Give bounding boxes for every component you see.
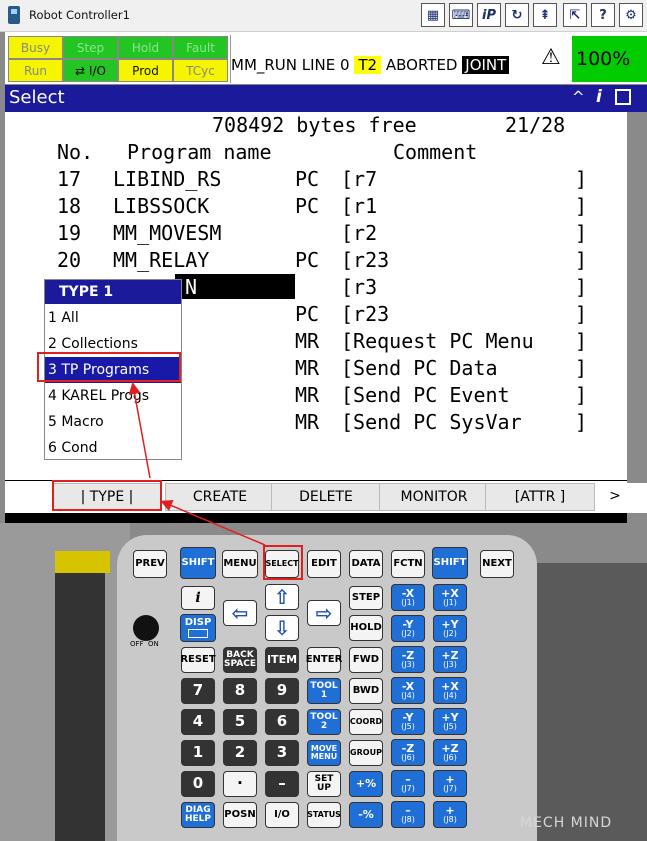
arrow-select-to-type	[160, 499, 266, 546]
arrow-type-to-tp	[128, 382, 151, 479]
annotation-arrows	[128, 382, 266, 546]
watermark: MECH MIND	[520, 815, 613, 831]
